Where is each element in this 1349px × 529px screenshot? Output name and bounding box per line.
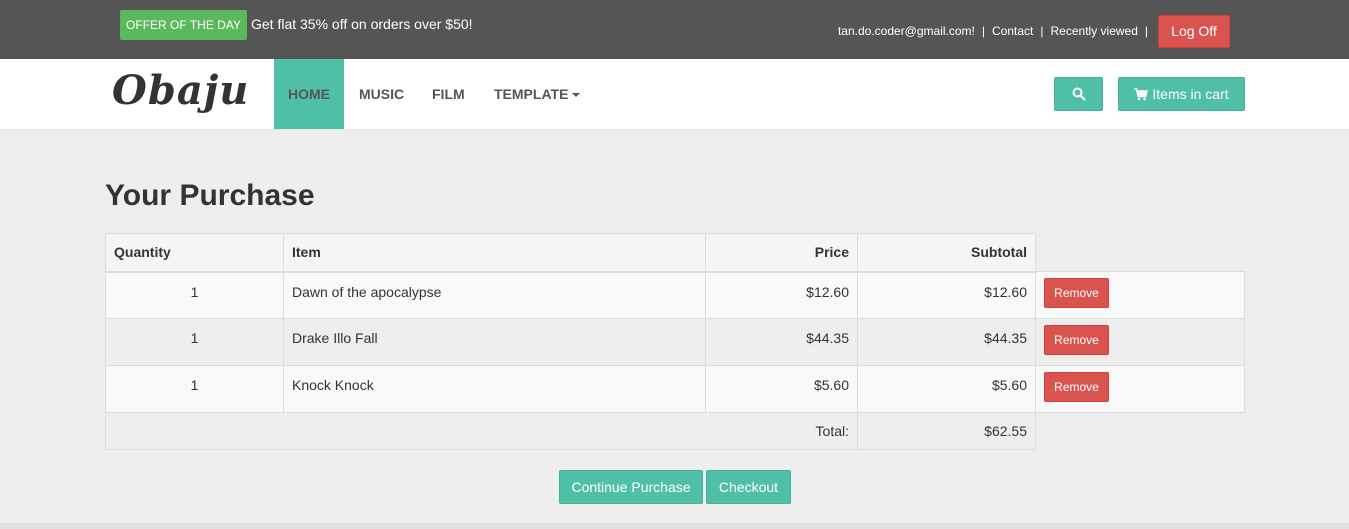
cell-actions: Remove	[1035, 365, 1245, 413]
column-header-item: Item	[283, 233, 706, 273]
column-header-price: Price	[705, 233, 858, 273]
column-header-quantity: Quantity	[105, 233, 284, 273]
items-in-cart-button[interactable]: Items in cart	[1118, 77, 1245, 111]
cell-quantity: 1	[105, 271, 284, 319]
nav-item-home[interactable]: HOME	[274, 59, 344, 129]
cell-actions: Remove	[1035, 318, 1245, 366]
table-row: 1 Knock Knock $5.60 $5.60 Remove	[105, 365, 1245, 413]
table-row: 1 Dawn of the apocalypse $12.60 $12.60 R…	[105, 271, 1245, 319]
table-row: 1 Drake Illo Fall $44.35 $44.35 Remove	[105, 318, 1245, 366]
separator: |	[981, 24, 986, 38]
user-email-link[interactable]: tan.do.coder@gmail.com!	[838, 24, 975, 38]
remove-button[interactable]: Remove	[1044, 372, 1109, 402]
offer-badge[interactable]: OFFER OF THE DAY	[120, 10, 247, 40]
top-bar: OFFER OF THE DAY Get flat 35% off on ord…	[0, 0, 1349, 59]
nav-item-template[interactable]: TEMPLATE	[494, 59, 581, 129]
offer-text: Get flat 35% off on orders over $50!	[251, 16, 473, 32]
site-logo[interactable]: Obaju	[112, 67, 249, 114]
log-off-button[interactable]: Log Off	[1158, 15, 1230, 48]
recently-viewed-link[interactable]: Recently viewed	[1051, 24, 1138, 38]
nav-item-template-label: TEMPLATE	[494, 86, 569, 102]
search-button[interactable]	[1054, 77, 1103, 111]
shopping-cart-icon	[1134, 88, 1149, 101]
separator: |	[1040, 24, 1044, 38]
column-header-actions	[1036, 234, 1245, 272]
remove-button[interactable]: Remove	[1044, 278, 1109, 308]
separator: |	[1144, 24, 1148, 38]
cell-price: $44.35	[705, 318, 858, 366]
cell-quantity: 1	[105, 365, 284, 413]
nav-item-film[interactable]: FILM	[432, 59, 465, 129]
total-row: Total: $62.55	[105, 412, 1245, 450]
cell-actions: Remove	[1035, 271, 1245, 319]
total-row-spacer	[1036, 413, 1245, 450]
cell-quantity: 1	[105, 318, 284, 366]
cell-price: $5.60	[705, 365, 858, 413]
top-links: tan.do.coder@gmail.com! | Contact | Recently…	[838, 23, 1155, 39]
table-header-row: Quantity Item Price Subtotal	[105, 233, 1245, 273]
checkout-button[interactable]: Checkout	[706, 470, 791, 504]
page-title: Your Purchase	[105, 179, 315, 212]
continue-purchase-button[interactable]: Continue Purchase	[559, 470, 703, 504]
remove-button[interactable]: Remove	[1044, 325, 1109, 355]
cell-subtotal: $5.60	[857, 365, 1036, 413]
search-icon	[1072, 87, 1086, 101]
cart-table: Quantity Item Price Subtotal 1 Dawn of t…	[105, 233, 1245, 450]
cell-item: Knock Knock	[283, 365, 706, 413]
cell-subtotal: $12.60	[857, 271, 1036, 319]
column-header-subtotal: Subtotal	[857, 233, 1036, 273]
cell-item: Drake Illo Fall	[283, 318, 706, 366]
nav-item-music[interactable]: MUSIC	[359, 59, 404, 129]
cell-item: Dawn of the apocalypse	[283, 271, 706, 319]
navbar: Obaju HOME MUSIC FILM TEMPLATE Items in …	[0, 59, 1349, 130]
total-label: Total:	[105, 412, 858, 450]
page-bottom-divider	[0, 523, 1349, 529]
contact-link[interactable]: Contact	[992, 24, 1033, 38]
items-in-cart-label: Items in cart	[1152, 86, 1229, 102]
caret-down-icon	[572, 93, 581, 98]
cell-price: $12.60	[705, 271, 858, 319]
cell-subtotal: $44.35	[857, 318, 1036, 366]
total-value: $62.55	[857, 412, 1036, 450]
